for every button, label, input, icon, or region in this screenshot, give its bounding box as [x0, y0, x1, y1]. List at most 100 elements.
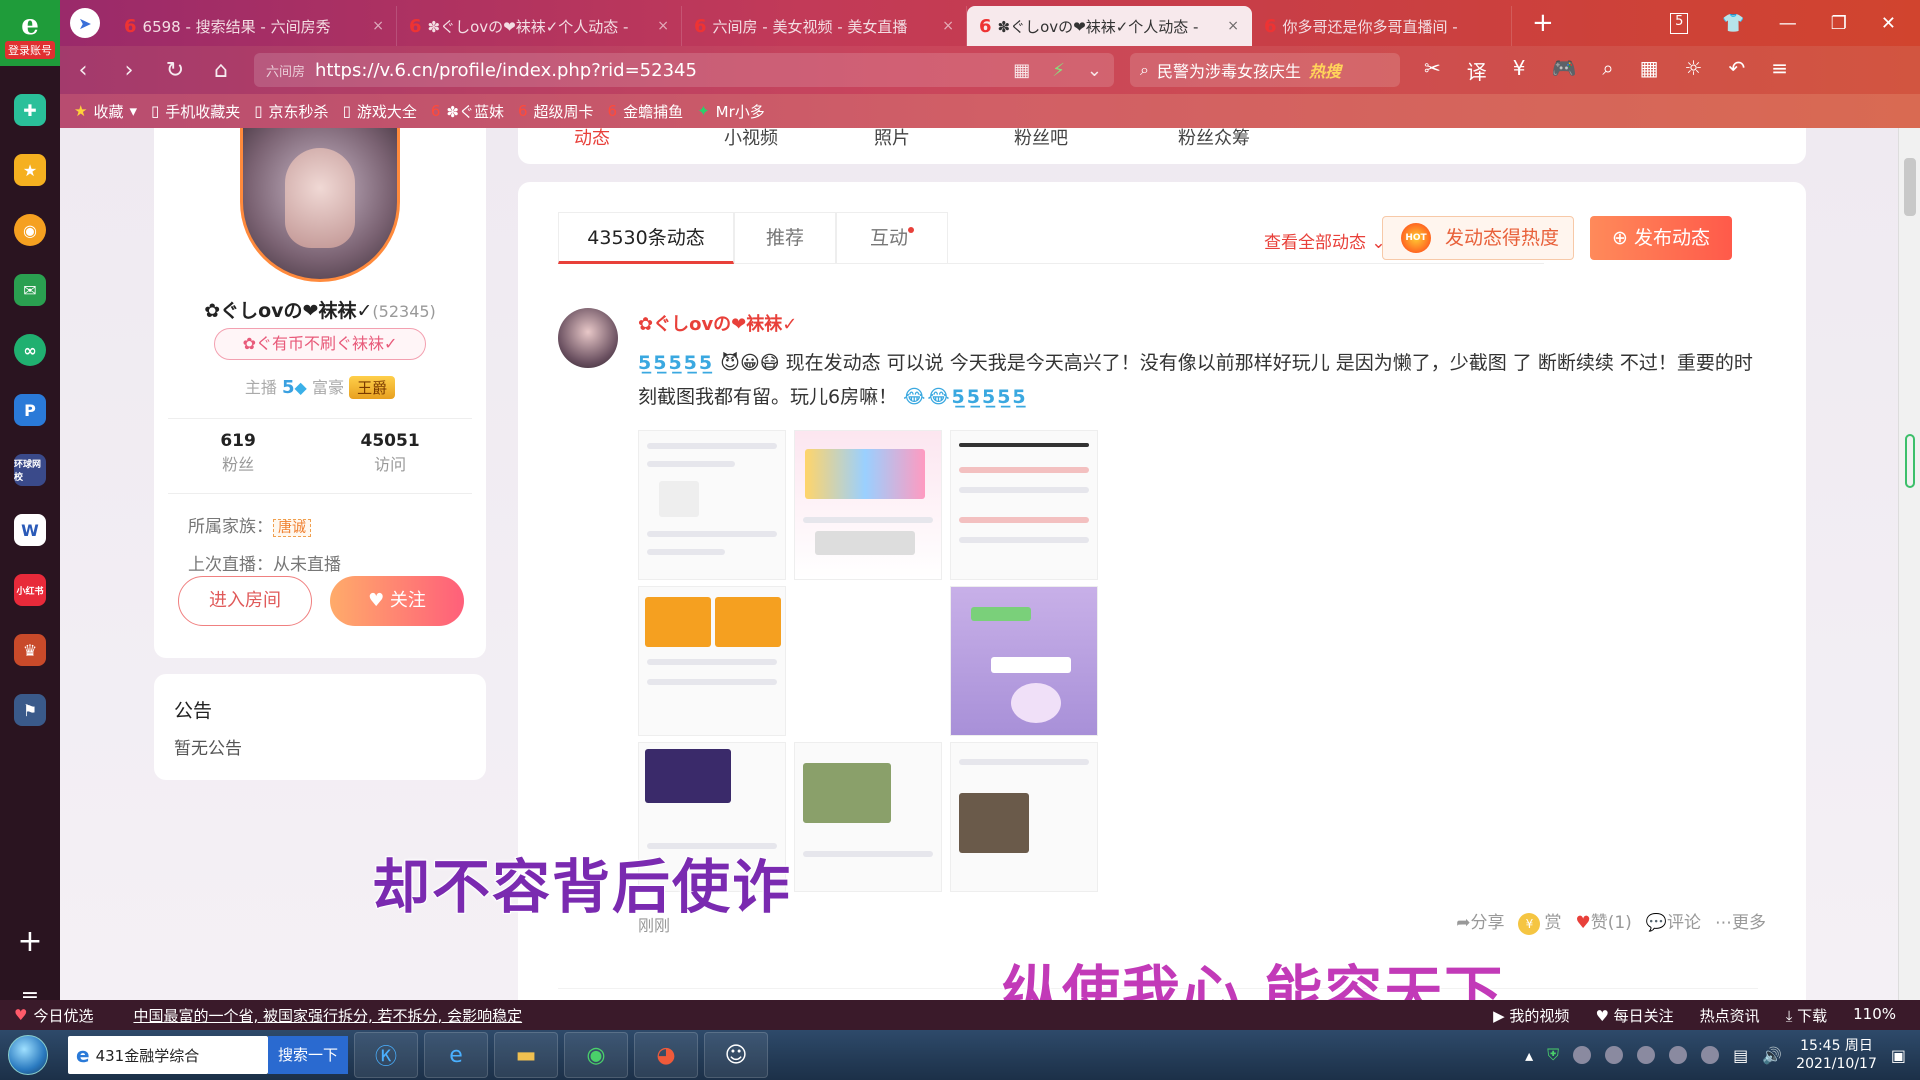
publish-button[interactable]: ⊕ 发布动态: [1590, 216, 1732, 260]
bookmark-item[interactable]: ▯ 游戏大全: [343, 101, 417, 122]
bookmark-item[interactable]: 6 超级周卡: [518, 101, 594, 122]
chevron-down-icon[interactable]: ⌄: [1087, 60, 1102, 81]
brightness-icon[interactable]: ☼: [1685, 56, 1703, 85]
folder-icon[interactable]: ▬: [494, 1032, 559, 1078]
bookmark-favorites[interactable]: ★ 收藏 ▾: [74, 101, 137, 122]
family-badge[interactable]: 唐诚: [273, 519, 311, 537]
mail-icon[interactable]: ✉: [14, 274, 46, 306]
post-image[interactable]: [638, 586, 786, 736]
bookmark-item[interactable]: ▯ 手机收藏夹: [151, 101, 240, 122]
weibo-icon[interactable]: ◉: [14, 214, 46, 246]
maximize-icon[interactable]: ❐: [1831, 13, 1847, 34]
post-image[interactable]: [794, 742, 942, 892]
qq-tray-icon[interactable]: [1701, 1046, 1720, 1064]
k-app-icon[interactable]: Ⓚ: [354, 1032, 419, 1078]
login-logo[interactable]: e 登录账号: [0, 0, 60, 66]
today-pick[interactable]: ♥ 今日优选: [0, 1005, 93, 1026]
avatar[interactable]: [240, 128, 400, 282]
chrome-icon[interactable]: ◕: [634, 1032, 699, 1078]
tab-all-moments[interactable]: 43530条动态: [558, 212, 734, 264]
notification-icon[interactable]: ▣: [1891, 1046, 1906, 1065]
tab-2[interactable]: 6 ✽ぐしovの❤袜袜✓个人动态 - ×: [397, 6, 682, 46]
tray-app-icon[interactable]: [1605, 1046, 1624, 1064]
shield-icon[interactable]: ⛨: [1547, 1045, 1559, 1065]
translate-icon[interactable]: 译: [1467, 56, 1487, 85]
close-icon[interactable]: ×: [1227, 18, 1239, 34]
download-button[interactable]: ⤓ 下载: [1786, 1005, 1827, 1026]
post-author[interactable]: ✿ぐしovの❤袜袜✓: [638, 310, 797, 336]
navigate-icon[interactable]: ➤: [70, 8, 100, 38]
browser-app-icon[interactable]: ◉: [564, 1032, 629, 1078]
qq-app-icon[interactable]: ☺: [704, 1032, 769, 1078]
add-sidebar-icon[interactable]: +: [17, 924, 42, 959]
bolt-icon[interactable]: ⚡: [1052, 60, 1065, 81]
more-button[interactable]: ⋯更多: [1715, 908, 1766, 935]
post-image[interactable]: [950, 430, 1098, 580]
post-image[interactable]: [794, 430, 942, 580]
p-app-icon[interactable]: P: [14, 394, 46, 426]
find-icon[interactable]: ⌕: [1602, 56, 1613, 85]
home-icon[interactable]: ⌂: [198, 58, 244, 83]
tab-count-icon[interactable]: 5: [1670, 12, 1689, 34]
tab-crowdfunding[interactable]: 粉丝众筹: [1178, 128, 1250, 150]
tab-5[interactable]: 6 你多哥还是你多哥直播间 -: [1252, 6, 1512, 46]
tray-expand-icon[interactable]: ▴: [1525, 1046, 1533, 1065]
close-icon[interactable]: ×: [657, 18, 669, 34]
minimize-icon[interactable]: —: [1779, 13, 1797, 34]
coin-icon[interactable]: ¥: [1513, 56, 1526, 85]
daily-follow-button[interactable]: ♥ 每日关注: [1595, 1005, 1673, 1026]
hot-news-button[interactable]: 热点资讯: [1700, 1005, 1760, 1026]
taskbar-search-input[interactable]: e 431金融学综合: [68, 1036, 268, 1074]
my-video-button[interactable]: ▶ 我的视频: [1493, 1005, 1569, 1026]
bookmark-item[interactable]: ✦ Mr小多: [697, 101, 765, 122]
tray-app-icon[interactable]: [1573, 1046, 1592, 1064]
link-icon[interactable]: ∞: [14, 334, 46, 366]
tab-interaction[interactable]: 互动: [836, 212, 948, 264]
volume-icon[interactable]: 🔊: [1762, 1046, 1782, 1065]
skin-icon[interactable]: 👕: [1722, 13, 1744, 34]
enter-room-button[interactable]: 进入房间: [178, 576, 312, 626]
zoom-level[interactable]: 110%: [1853, 1005, 1896, 1026]
post-avatar[interactable]: [558, 308, 618, 368]
game2-icon[interactable]: ⚑: [14, 694, 46, 726]
reward-button[interactable]: ¥ 赏: [1518, 908, 1561, 935]
heat-button[interactable]: HOT 发动态得热度: [1382, 216, 1574, 260]
plus-circle-icon[interactable]: ✚: [14, 94, 46, 126]
forward-icon[interactable]: ›: [106, 58, 152, 83]
clock[interactable]: 15:45 周日 2021/10/17: [1796, 1037, 1877, 1073]
grid-icon[interactable]: ▦: [1013, 60, 1030, 81]
follow-button[interactable]: ♥ 关注: [330, 576, 464, 626]
tab-fan-forum[interactable]: 粉丝吧: [1014, 128, 1068, 150]
scrollbar-thumb[interactable]: [1904, 158, 1916, 216]
news-ticker[interactable]: 中国最富的一个省, 被国家强行拆分, 若不拆分, 会影响稳定: [133, 1005, 522, 1026]
comment-button[interactable]: 💬评论: [1646, 908, 1701, 935]
post-image[interactable]: [950, 586, 1098, 736]
gamepad-icon[interactable]: 🎮: [1552, 56, 1577, 85]
game-icon[interactable]: ♛: [14, 634, 46, 666]
start-button[interactable]: [0, 1030, 56, 1080]
fans-stat[interactable]: 619 粉丝: [220, 431, 256, 493]
share-button[interactable]: ➦分享: [1456, 908, 1504, 935]
new-tab-icon[interactable]: +: [1532, 8, 1554, 38]
star-icon[interactable]: ★: [14, 154, 46, 186]
qq-tray-icon[interactable]: [1637, 1046, 1656, 1064]
close-icon[interactable]: ×: [372, 18, 384, 34]
search-input[interactable]: ⌕ 民警为涉毒女孩庆生 热搜: [1130, 53, 1400, 87]
refresh-icon[interactable]: ↻: [152, 58, 198, 83]
scissors-icon[interactable]: ✂: [1424, 56, 1441, 85]
tab-3[interactable]: 6 六间房 - 美女视频 - 美女直播 ×: [682, 6, 967, 46]
tab-moments[interactable]: 动态: [574, 128, 610, 150]
menu-icon[interactable]: ≡: [1771, 56, 1788, 85]
tab-4[interactable]: 6 ✽ぐしovの❤袜袜✓个人动态 - ×: [967, 6, 1252, 46]
tab-recommended[interactable]: 推荐: [734, 212, 836, 264]
page-scrollbar[interactable]: [1898, 128, 1920, 1000]
word-icon[interactable]: W: [14, 514, 46, 546]
url-input[interactable]: 六间房 https://v.6.cn/profile/index.php?rid…: [254, 53, 1114, 87]
news-icon[interactable]: 环球网校: [14, 454, 46, 486]
apps-icon[interactable]: ▦: [1640, 56, 1659, 85]
taskbar-search-button[interactable]: 搜索一下: [268, 1036, 349, 1074]
bookmark-item[interactable]: 6 ✽ぐ蓝妹: [431, 101, 504, 122]
xiaohongshu-icon[interactable]: 小红书: [14, 574, 46, 606]
close-icon[interactable]: ×: [942, 18, 954, 34]
post-image[interactable]: [950, 742, 1098, 892]
